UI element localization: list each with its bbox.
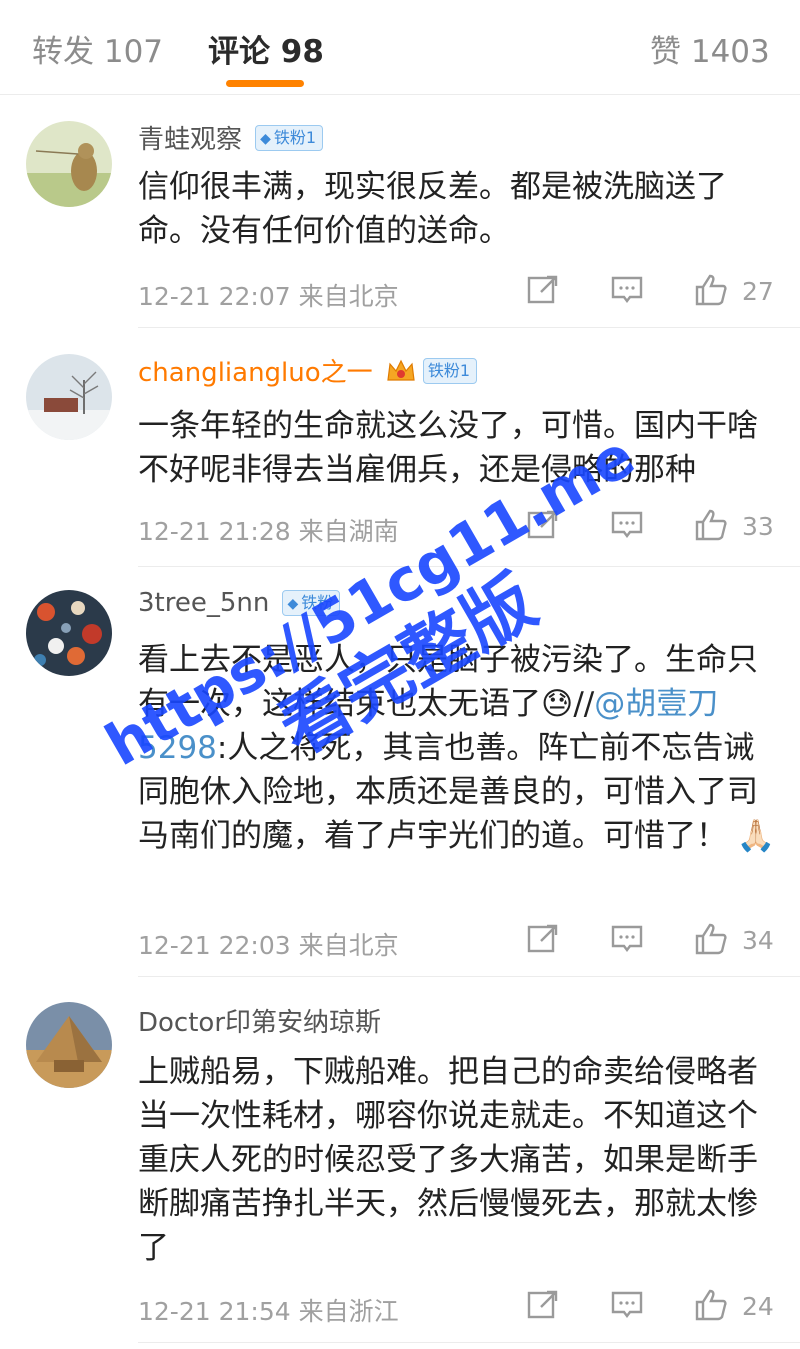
like-icon[interactable] <box>694 508 728 542</box>
avatar[interactable] <box>26 590 112 676</box>
tab-likes[interactable]: 赞 1403 <box>650 26 770 71</box>
like-count: 34 <box>742 926 774 955</box>
diamond-icon: ◆ <box>260 130 271 147</box>
diamond-icon: ◆ <box>287 596 299 612</box>
like-count: 27 <box>742 277 774 306</box>
share-icon[interactable] <box>526 922 560 956</box>
like-icon[interactable] <box>694 922 728 956</box>
tab-reposts[interactable]: 转发 107 <box>32 26 163 71</box>
fan-badge-label: 铁粉1 <box>273 127 317 147</box>
timestamp-location: 12-21 21:54 来自浙江 <box>138 1297 399 1326</box>
comment-header: Doctor印第安纳琼斯 <box>138 1002 381 1042</box>
divider <box>138 327 800 328</box>
fan-badge: ◆ 铁粉1 <box>255 124 324 151</box>
avatar[interactable] <box>26 121 112 207</box>
comment-meta: 12-21 21:54 来自浙江 24 <box>138 1288 778 1328</box>
fan-badge: ◆ 铁粉 <box>282 590 341 616</box>
share-icon[interactable] <box>526 273 560 307</box>
avatar[interactable] <box>26 354 112 440</box>
comment-icon[interactable] <box>610 1288 644 1322</box>
comment-icon[interactable] <box>610 922 644 956</box>
username[interactable]: 3tree_5nn <box>138 588 269 618</box>
comment-text: 看上去不是恶人，只是脑子被污染了。生命只有一次，这样结束也太无语了😓//@胡壹刀… <box>138 638 778 858</box>
share-icon[interactable] <box>526 1288 560 1322</box>
username[interactable]: Doctor印第安纳琼斯 <box>138 1008 381 1038</box>
username[interactable]: 青蛙观察 <box>138 125 242 155</box>
comment-text-part: :人之将死，其言也善。阵亡前不忘告诫同胞休入险地，本质还是善良的，可惜入了司马南… <box>138 730 776 854</box>
avatar[interactable] <box>26 1002 112 1088</box>
timestamp-location: 12-21 21:28 来自湖南 <box>138 517 399 546</box>
like-count: 24 <box>742 1292 774 1321</box>
comment-icon[interactable] <box>610 273 644 307</box>
comment-text: 一条年轻的生命就这么没了，可惜。国内干啥不好呢非得去当雇佣兵，还是侵略的那种 <box>138 408 758 488</box>
active-tab-indicator <box>226 80 304 87</box>
comment-text: 上贼船易，下贼船难。把自己的命卖给侵略者当一次性耗材，哪容你说走就走。不知道这个… <box>138 1054 758 1266</box>
share-icon[interactable] <box>526 508 560 542</box>
fan-badge: 铁粉1 <box>422 357 478 384</box>
comment-header: changliangluo之一 铁粉1 <box>138 352 478 392</box>
tab-comments[interactable]: 评论 98 <box>208 26 324 71</box>
username[interactable]: changliangluo之一 <box>138 358 373 388</box>
comment-icon[interactable] <box>610 508 644 542</box>
comment-meta: 12-21 22:03 来自北京 34 <box>138 922 778 962</box>
fan-badge-label: 铁粉 <box>301 593 334 612</box>
crown-icon <box>387 359 415 381</box>
comment-text: 信仰很丰满，现实很反差。都是被洗脑送了命。没有任何价值的送命。 <box>138 169 727 249</box>
like-count: 33 <box>742 512 774 541</box>
comment-header: 青蛙观察 ◆ 铁粉1 <box>138 119 324 159</box>
fan-badge-label: 铁粉1 <box>427 360 471 380</box>
comment-meta: 12-21 21:28 来自湖南 33 <box>138 508 778 548</box>
like-icon[interactable] <box>694 273 728 307</box>
divider <box>138 1342 800 1343</box>
timestamp-location: 12-21 22:03 来自北京 <box>138 931 399 960</box>
like-icon[interactable] <box>694 1288 728 1322</box>
comment-meta: 12-21 22:07 来自北京 27 <box>138 273 778 313</box>
timestamp-location: 12-21 22:07 来自北京 <box>138 282 399 311</box>
divider <box>138 566 800 567</box>
divider <box>138 976 800 977</box>
comment-tabs: 转发 107 评论 98 赞 1403 <box>0 0 800 95</box>
comment-header: 3tree_5nn ◆ 铁粉 <box>138 588 341 628</box>
